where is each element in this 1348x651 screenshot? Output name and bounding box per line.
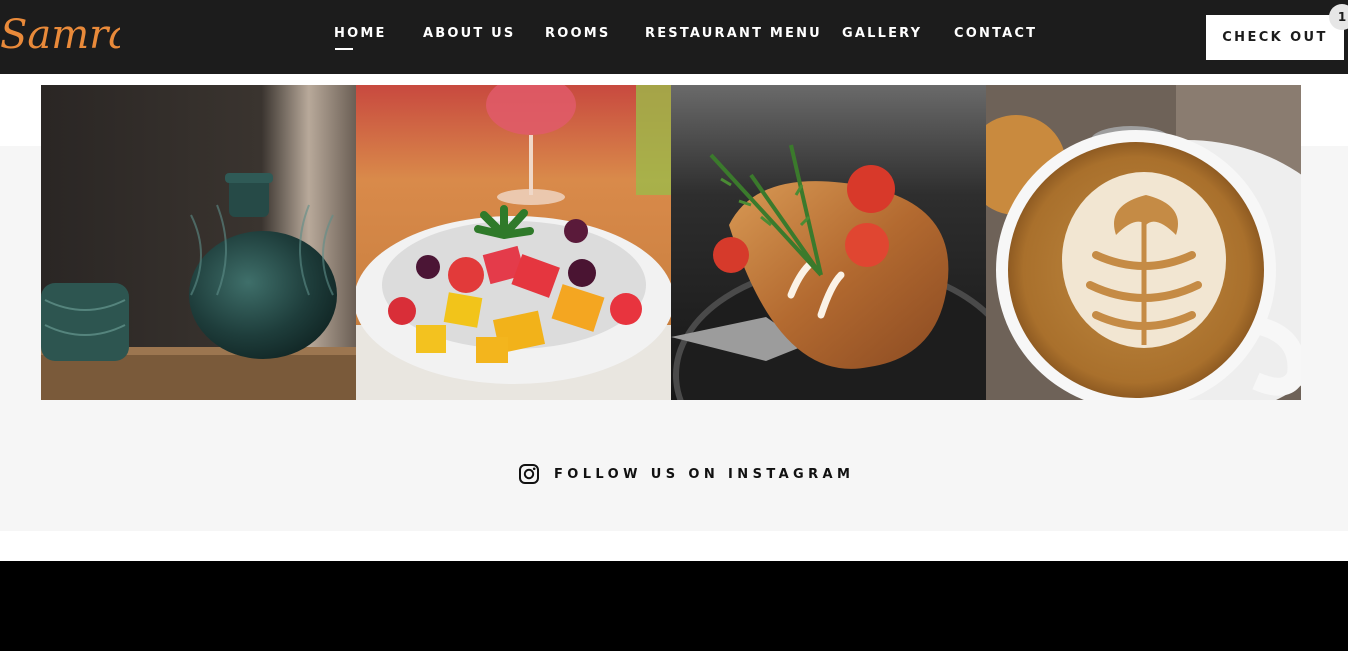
instagram-photo-fruit-salad[interactable]: [356, 85, 671, 400]
nav-contact[interactable]: CONTACT: [954, 26, 1037, 41]
main-nav: HOME ABOUT US ROOMS RESTAURANT MENU GALL…: [0, 26, 1348, 50]
site-header: Samra HOME ABOUT US ROOMS RESTAURANT MEN…: [0, 0, 1348, 74]
instagram-photo-latte[interactable]: [986, 85, 1301, 400]
instagram-photo-vases[interactable]: [41, 85, 356, 400]
instagram-photo-strip: [41, 85, 1301, 400]
nav-home[interactable]: HOME: [334, 26, 387, 50]
cart-count-badge: 1: [1329, 4, 1348, 30]
instagram-photo-grilled-fish[interactable]: [671, 85, 986, 400]
site-footer: [0, 561, 1348, 651]
nav-gallery[interactable]: GALLERY: [842, 26, 922, 41]
follow-instagram-label: FOLLOW US ON INSTAGRAM: [554, 466, 855, 482]
nav-about-us[interactable]: ABOUT US: [423, 26, 516, 41]
nav-restaurant-menu[interactable]: RESTAURANT MENU: [645, 26, 822, 41]
check-out-button[interactable]: CHECK OUT: [1206, 15, 1344, 60]
follow-instagram-link[interactable]: FOLLOW US ON INSTAGRAM: [518, 462, 854, 486]
nav-rooms[interactable]: ROOMS: [545, 26, 610, 41]
instagram-icon: [519, 464, 539, 484]
